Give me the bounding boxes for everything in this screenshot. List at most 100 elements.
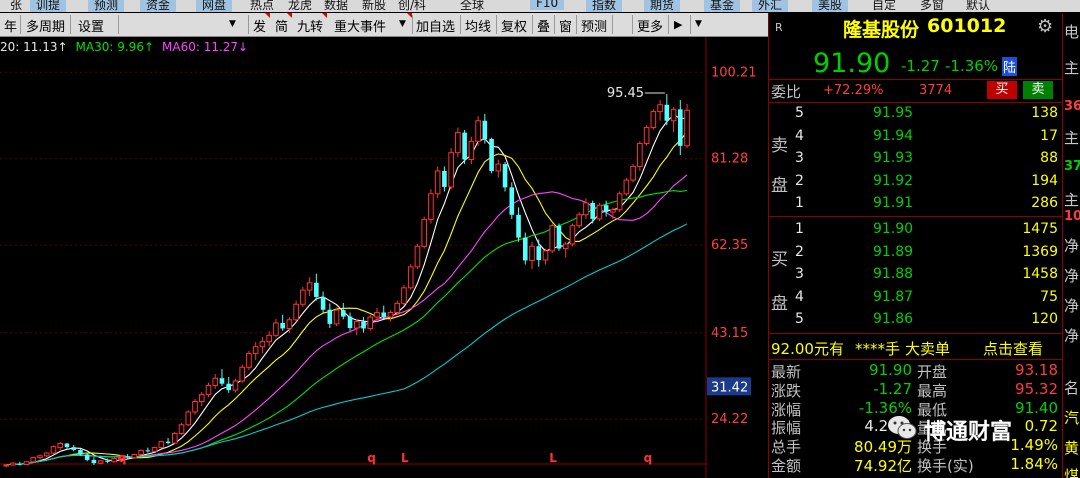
chevron-down-icon[interactable]: ▼ bbox=[399, 19, 406, 29]
arrow-right-icon[interactable]: ▶ bbox=[674, 18, 682, 31]
top-nav-item[interactable]: 期货 bbox=[644, 0, 681, 12]
toolbar-item[interactable]: 年 bbox=[4, 16, 17, 35]
candle bbox=[341, 302, 346, 320]
order-volume: 1458 bbox=[1022, 266, 1058, 283]
toolbar-item[interactable]: 叠 bbox=[537, 16, 550, 35]
quote-panel: R 隆基股份 601012 ⚙ 91.90 -1.27 -1.36% 陆 委比 … bbox=[768, 13, 1063, 478]
event-marker[interactable]: q bbox=[644, 451, 653, 465]
candle bbox=[84, 452, 90, 462]
toolbar-item[interactable]: 更多 bbox=[637, 16, 663, 35]
right-cut-text: 主 bbox=[1064, 59, 1080, 77]
toolbar-separator bbox=[532, 15, 533, 34]
stat-label: 金额 bbox=[771, 457, 802, 475]
candle bbox=[232, 378, 239, 393]
event-marker[interactable]: q bbox=[118, 451, 127, 465]
red-corner-mark bbox=[287, 13, 292, 18]
top-nav-item[interactable]: 张 bbox=[10, 0, 22, 12]
event-marker[interactable]: L bbox=[549, 451, 557, 465]
candle bbox=[64, 443, 70, 449]
candle bbox=[172, 432, 178, 444]
toolbar-item[interactable]: 发 bbox=[253, 16, 266, 35]
current-price: 91.90 bbox=[813, 48, 891, 79]
right-cut-text: 净 bbox=[1064, 237, 1080, 255]
top-nav-item[interactable]: 指数 bbox=[586, 0, 623, 12]
stat-value: 91.40 bbox=[1015, 398, 1058, 417]
top-nav-item[interactable]: F10 bbox=[530, 0, 565, 10]
toolbar-item[interactable]: 预测 bbox=[581, 16, 607, 35]
order-price: 91.91 bbox=[873, 195, 914, 212]
toolbar-separator bbox=[412, 15, 413, 34]
order-volume: 1475 bbox=[1022, 221, 1058, 237]
toolbar-item[interactable]: 多周期 bbox=[26, 16, 65, 35]
big-order-stars: ****手 bbox=[855, 340, 901, 358]
top-nav-item[interactable]: 网盘 bbox=[196, 0, 233, 12]
candle bbox=[657, 100, 663, 121]
sell-button[interactable]: 卖 bbox=[1023, 81, 1053, 99]
top-nav-item[interactable]: 全球 bbox=[460, 0, 484, 12]
chevron-down-icon[interactable]: ▼ bbox=[229, 19, 236, 29]
gear-icon[interactable]: ⚙ bbox=[1037, 16, 1053, 37]
buy-button[interactable]: 买 bbox=[987, 81, 1017, 99]
toolbar-item[interactable]: 设置 bbox=[78, 16, 104, 35]
top-nav-item[interactable]: 龙虎 bbox=[288, 0, 312, 12]
candle bbox=[320, 291, 326, 313]
candle bbox=[576, 212, 583, 229]
rights-tag: R bbox=[775, 21, 783, 34]
candle bbox=[226, 376, 232, 393]
right-cut-text: 主 bbox=[1064, 191, 1080, 209]
top-nav-item[interactable]: 美股 bbox=[812, 0, 849, 12]
candle bbox=[17, 461, 23, 466]
top-nav-item[interactable]: 基金 bbox=[704, 0, 741, 12]
top-nav-item[interactable]: 外汇 bbox=[752, 0, 789, 12]
top-nav-item[interactable]: 多窗 bbox=[920, 0, 944, 12]
candle bbox=[562, 241, 569, 258]
candle bbox=[536, 239, 542, 267]
order-price: 91.94 bbox=[873, 127, 914, 144]
order-price: 91.86 bbox=[873, 311, 914, 328]
top-nav-item[interactable]: 数据 bbox=[324, 0, 348, 12]
top-nav-item[interactable]: 资金 bbox=[140, 0, 177, 12]
toolbar-item[interactable]: 九转 bbox=[297, 16, 323, 35]
candle bbox=[246, 350, 252, 370]
candle bbox=[407, 264, 414, 290]
buy-label-1: 买 bbox=[771, 250, 788, 270]
candle bbox=[300, 286, 306, 307]
event-marker[interactable]: L bbox=[401, 451, 409, 465]
top-nav-item[interactable]: 预测 bbox=[88, 0, 125, 12]
candle bbox=[192, 398, 198, 415]
candle bbox=[145, 447, 151, 453]
stat-value: 1.84% bbox=[1010, 455, 1058, 473]
ma10-line bbox=[6, 131, 688, 466]
toolbar-item[interactable]: 重大事件 bbox=[334, 16, 386, 35]
toolbar-item[interactable]: 加自选 bbox=[416, 16, 455, 35]
toolbar-item[interactable]: 简 bbox=[275, 16, 288, 35]
candle bbox=[428, 189, 434, 224]
big-order-action[interactable]: 点击查看 bbox=[983, 338, 1043, 359]
toolbar-separator bbox=[690, 15, 691, 34]
event-marker[interactable]: q bbox=[367, 451, 376, 465]
top-nav-item[interactable]: 自定 bbox=[872, 0, 896, 12]
candle bbox=[549, 223, 556, 254]
right-cut-text: 名 bbox=[1064, 379, 1080, 397]
right-cut-text: 汽 bbox=[1064, 409, 1080, 427]
right-cut-text: 净 bbox=[1064, 327, 1080, 345]
top-nav-item[interactable]: 默认 bbox=[966, 0, 990, 12]
toolbar-item[interactable]: 窗 bbox=[559, 16, 572, 35]
candle bbox=[23, 461, 30, 465]
chevron-down-icon[interactable]: ▼ bbox=[695, 19, 702, 29]
toolbar-item[interactable]: 复权 bbox=[501, 16, 527, 35]
order-level: 4 bbox=[795, 288, 804, 305]
top-nav-item[interactable]: 训提 bbox=[30, 0, 67, 12]
candle bbox=[421, 216, 427, 249]
top-nav-item[interactable]: 热点 bbox=[250, 0, 274, 12]
order-price: 91.90 bbox=[873, 221, 914, 237]
kline-chart[interactable]: 100.21 81.28 62.35 43.15 24.22 31.42 95.45 q q L L… bbox=[0, 37, 768, 478]
order-level: 4 bbox=[795, 127, 804, 144]
toolbar-item[interactable]: 均线 bbox=[465, 16, 491, 35]
toolbar-separator bbox=[460, 15, 461, 34]
order-level: 2 bbox=[795, 172, 804, 189]
candle bbox=[455, 127, 461, 158]
top-nav-item[interactable]: 创/科 bbox=[398, 0, 426, 12]
top-nav-item[interactable]: 新股 bbox=[362, 0, 386, 12]
weibi-label: 委比 bbox=[771, 83, 802, 101]
